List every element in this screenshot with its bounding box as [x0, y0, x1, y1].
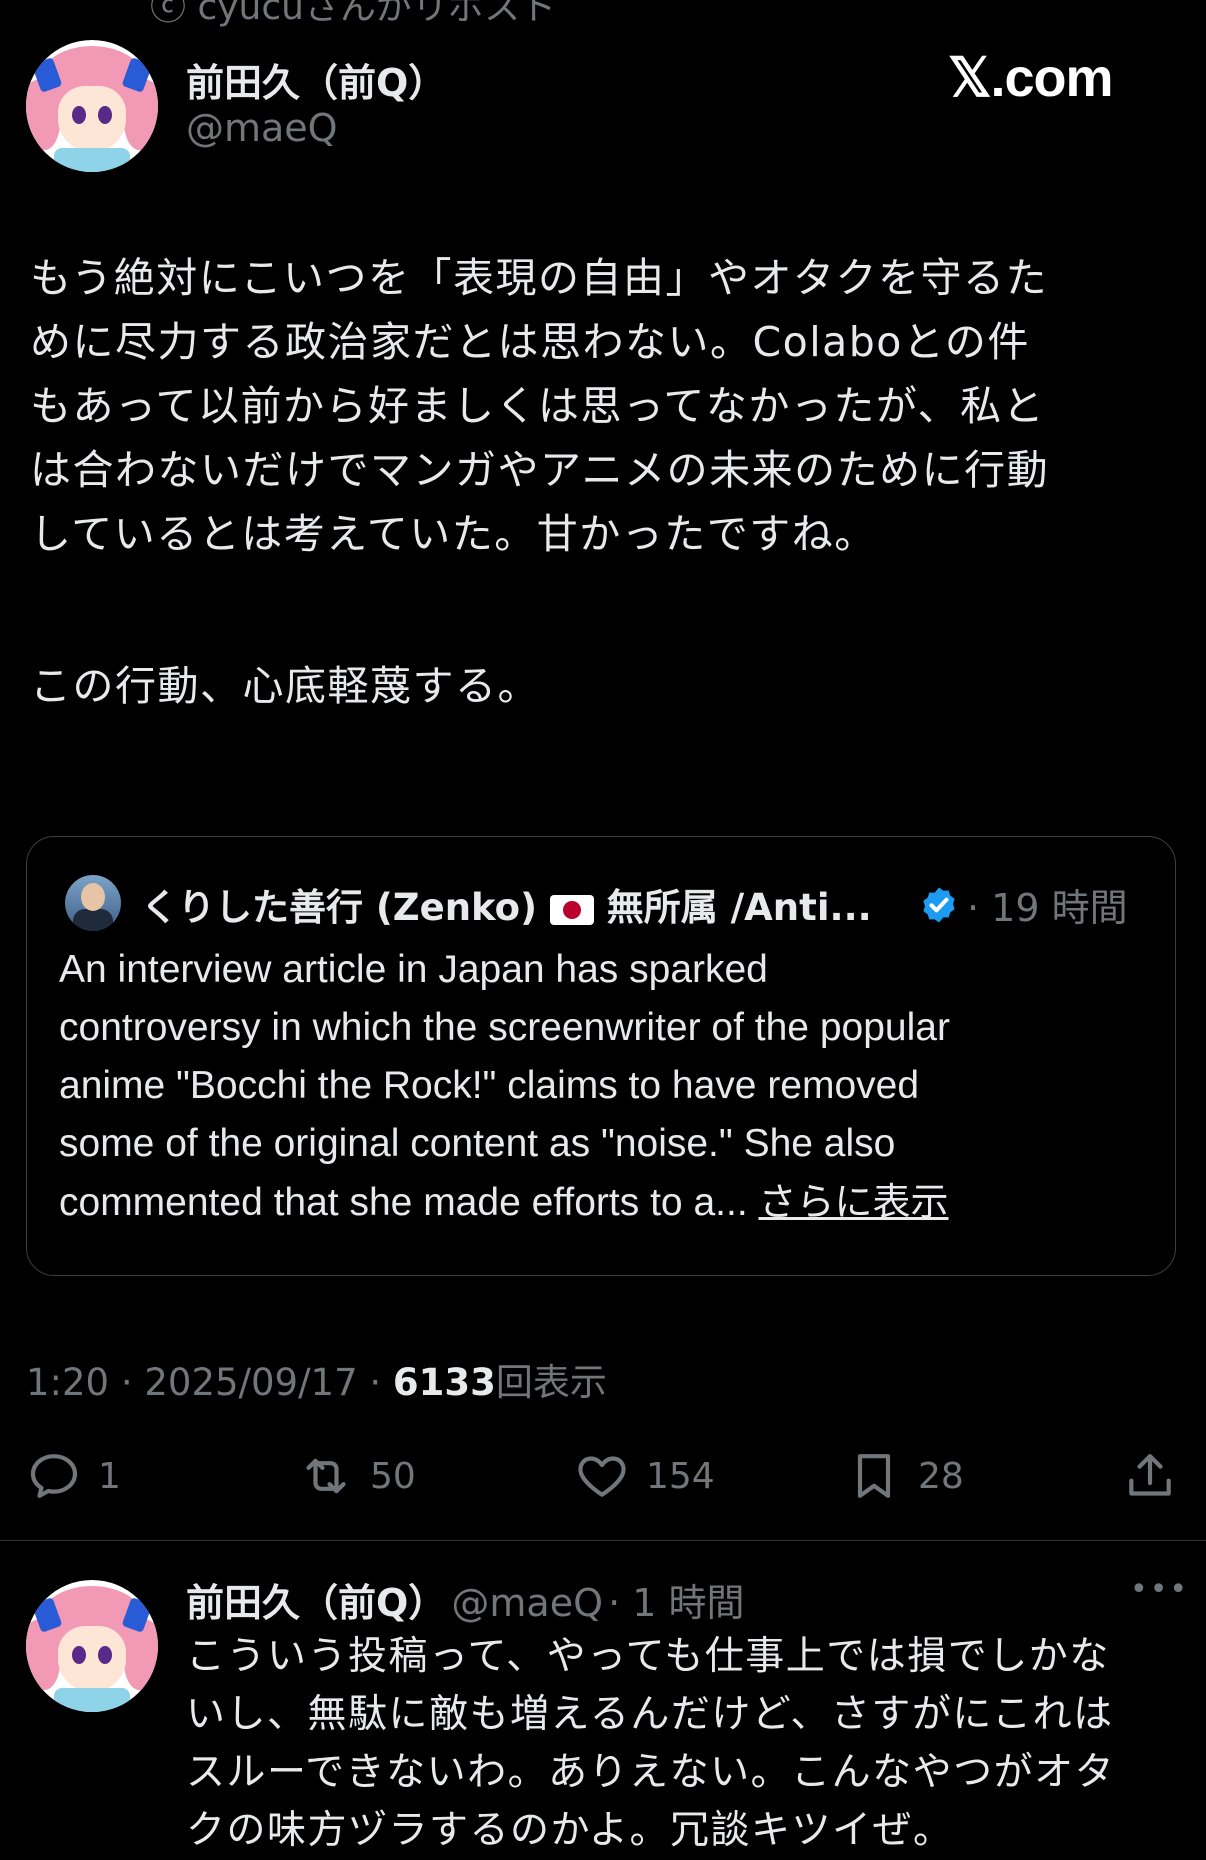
reply-count: 1 [98, 1455, 121, 1497]
tweet-body-line [30, 566, 1049, 654]
repost-count: 50 [370, 1455, 416, 1497]
reply-timestamp[interactable]: · 1 時間 [608, 1581, 744, 1625]
reply-button[interactable]: 1 [26, 1448, 121, 1504]
quoted-text: An interview article in Japan has sparke… [59, 941, 950, 1232]
reply-author-avatar[interactable] [26, 1580, 158, 1712]
reply-author-handle[interactable]: @maeQ [451, 1581, 603, 1625]
like-button[interactable]: 154 [574, 1448, 715, 1504]
author-avatar[interactable] [26, 40, 158, 172]
tweet-body-line: めに尽力する政治家だとは思わない。Colaboとの件 [30, 318, 1030, 366]
reply-body-line: こういう投稿って、やっても仕事上では損でしかな [186, 1634, 1110, 1679]
tweet-body: もう絶対にこいつを「表現の自由」やオタクを守るた めに尽力する政治家だとは思わな… [30, 246, 1049, 718]
reply-icon [30, 1454, 78, 1498]
repost-icon [306, 1458, 346, 1494]
quoted-text-line: controversy in which the screenwriter of… [59, 1006, 950, 1049]
x-brand-logo: 𝕏.com [948, 48, 1114, 108]
quoted-author-avatar [65, 875, 121, 931]
tweet-body-line: しているとは考えていた。甘かったですね。 [30, 510, 877, 558]
reply-header: 前田久（前Q） @maeQ · 1 時間 [186, 1572, 745, 1627]
repost-indicator: ⓒ cyucuさんがリポスト [150, 0, 556, 28]
tweet-body-line: もう絶対にこいつを「表現の自由」やオタクを守るた [30, 254, 1048, 302]
verified-badge-icon [923, 887, 955, 923]
reply-author-name[interactable]: 前田久（前Q） [186, 1581, 446, 1625]
quoted-timestamp[interactable]: · 19 時間 [967, 877, 1128, 932]
bookmark-icon [857, 1454, 891, 1498]
reply-body: こういう投稿って、やっても仕事上では損でしかな いし、無駄に敵も増えるんだけど、… [186, 1628, 1115, 1860]
author-handle[interactable]: @maeQ [186, 106, 338, 150]
share-icon [1129, 1454, 1171, 1496]
views-count: 6133 [392, 1361, 496, 1404]
quoted-text-line: some of the original content as "noise."… [59, 1122, 896, 1165]
tweet-body-line: もあって以前から好ましくは思ってなかったが、私と [30, 382, 1046, 430]
reply-body-line: クの味方ヅラするのかよ。冗談キツイぜ。 [186, 1808, 954, 1853]
quoted-author-name: くりした善行 (Zenko) [141, 886, 537, 929]
tweet-body-line: は合わないだけでマンガやアニメの未来のために行動 [30, 446, 1050, 494]
share-button[interactable] [1122, 1448, 1178, 1504]
bookmark-count: 28 [918, 1455, 964, 1497]
quoted-author-suffix: 無所属 /Anti... [606, 886, 872, 929]
repost-button[interactable]: 50 [298, 1448, 416, 1504]
tweet-body-line: この行動、心底軽蔑する。 [30, 662, 540, 710]
quoted-author-line: くりした善行 (Zenko) 無所属 /Anti... [141, 877, 872, 931]
bookmark-button[interactable]: 28 [846, 1448, 964, 1504]
more-options-icon[interactable]: ••• [1130, 1572, 1189, 1607]
japan-flag-icon [549, 894, 594, 925]
quoted-tweet-card[interactable]: くりした善行 (Zenko) 無所属 /Anti... · 19 時間 An i… [26, 836, 1176, 1276]
like-count: 154 [646, 1455, 715, 1497]
author-name[interactable]: 前田久（前Q） [186, 52, 446, 107]
heart-icon [578, 1456, 626, 1497]
quoted-text-line: commented that she made efforts to a... … [59, 1173, 950, 1232]
tweet-timestamp[interactable]: 1:20 · 2025/09/17 · [26, 1361, 393, 1404]
show-more-link[interactable]: さらに表示 [759, 1180, 949, 1224]
reply-body-line: いし、無駄に敵も増えるんだけど、さすがにこれは [186, 1692, 1114, 1737]
reply-body-line: スルーできないわ。ありえない。こんなやつがオタ [186, 1750, 1116, 1795]
views-label: 回表示 [495, 1361, 607, 1404]
quoted-text-line: An interview article in Japan has sparke… [59, 948, 768, 991]
quoted-text-last: commented that she made efforts to a... [59, 1181, 759, 1224]
tweet-meta: 1:20 · 2025/09/17 · 6133回表示 [26, 1352, 607, 1406]
divider [0, 1540, 1206, 1541]
quoted-text-line: anime "Bocchi the Rock!" claims to have … [59, 1064, 920, 1107]
